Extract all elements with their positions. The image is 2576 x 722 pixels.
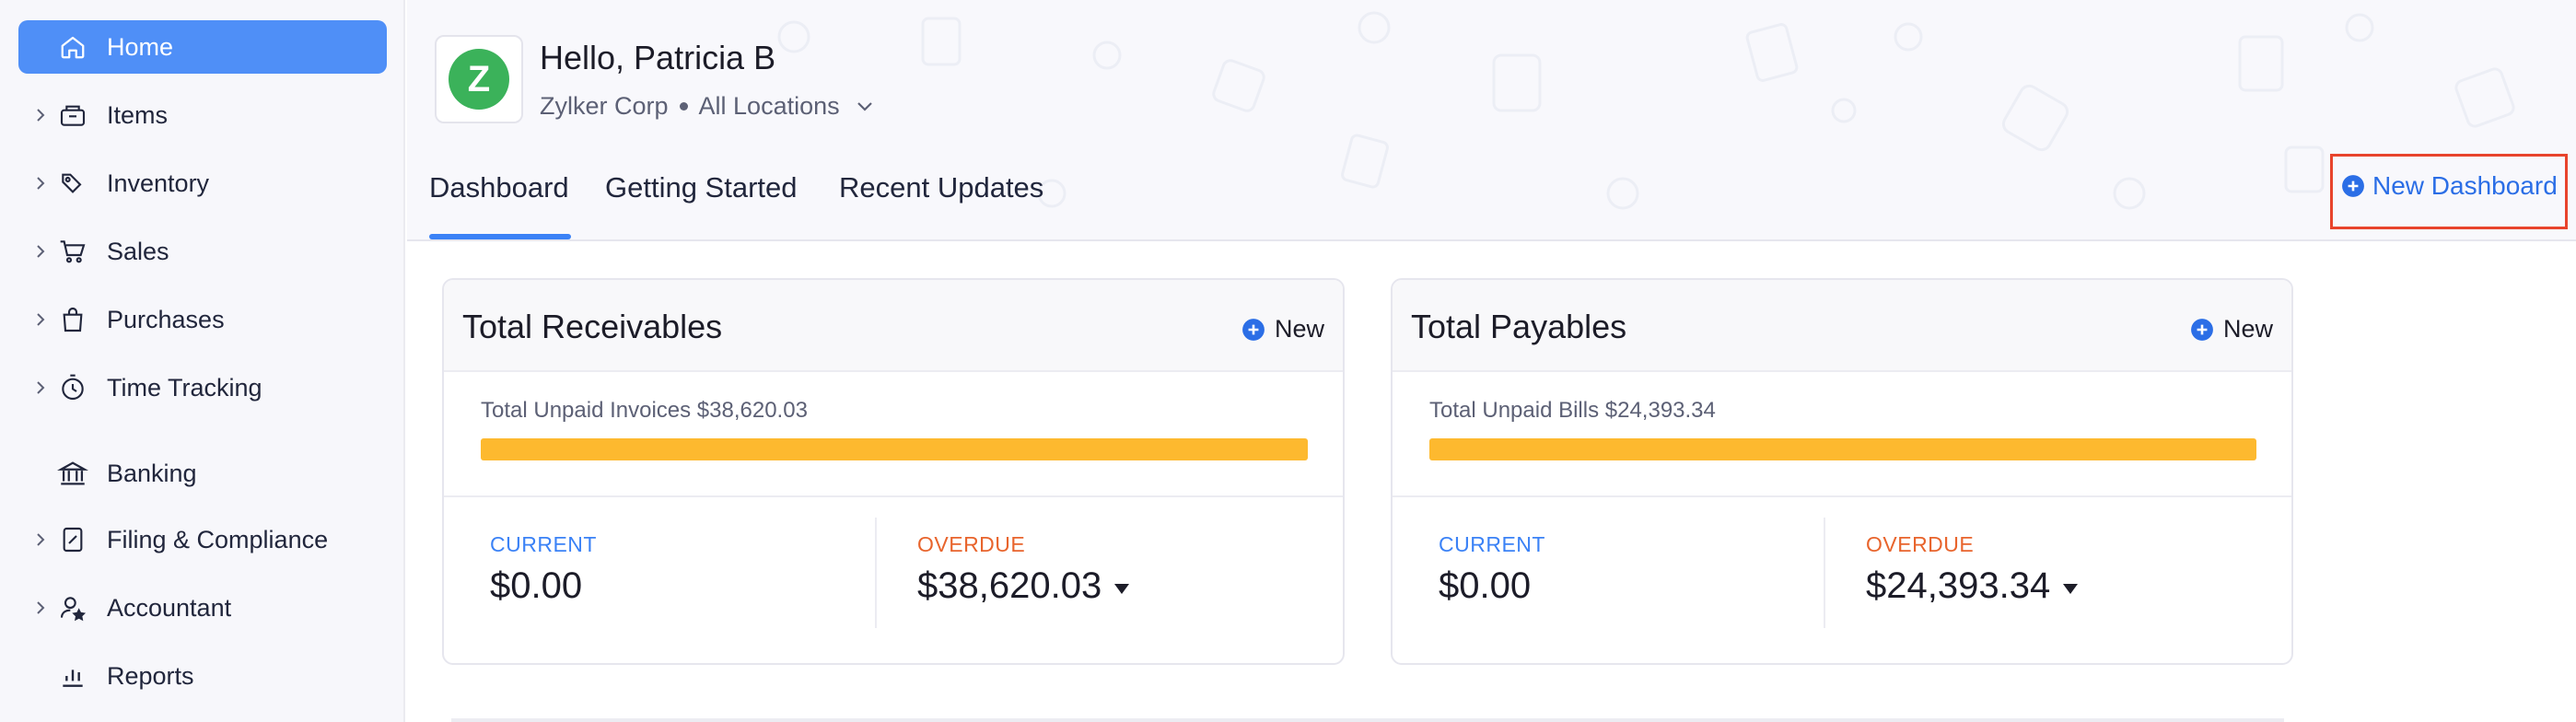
sidebar-item-purchases[interactable]: Purchases	[18, 293, 387, 346]
plus-circle-icon	[1241, 318, 1265, 342]
tab-dashboard[interactable]: Dashboard	[429, 171, 569, 204]
sidebar: Home Items Inventory Sales Purchases Tim…	[0, 0, 405, 722]
sidebar-item-label: Filing & Compliance	[107, 525, 329, 553]
plus-circle-icon	[2190, 318, 2214, 342]
new-label: New	[2222, 315, 2273, 343]
bank-icon	[55, 456, 90, 491]
page-title: Hello, Patricia B	[540, 39, 776, 76]
dashboard-header: Z Hello, Patricia B Zylker Corp All Loca…	[407, 0, 2576, 241]
active-tab-indicator	[429, 234, 571, 239]
current-amount: $0.00	[1439, 565, 1532, 606]
sidebar-item-inventory[interactable]: Inventory	[18, 157, 387, 210]
org-name: Zylker Corp	[540, 92, 669, 120]
card-header: Total Receivables New	[444, 280, 1343, 372]
cart-icon	[55, 234, 90, 269]
current-label: CURRENT	[1439, 532, 1545, 556]
chevron-right-icon[interactable]	[31, 174, 50, 192]
payables-card: Total Payables New Total Unpaid Bills $2…	[1391, 278, 2293, 665]
sidebar-item-banking[interactable]: Banking	[18, 447, 387, 500]
sidebar-item-label: Purchases	[107, 305, 225, 333]
reports-icon	[55, 658, 90, 693]
sidebar-item-label: Inventory	[107, 169, 210, 197]
basket-icon	[55, 98, 90, 133]
new-bill-button[interactable]: New	[2190, 315, 2273, 344]
bag-icon	[55, 302, 90, 337]
sidebar-item-label: Items	[107, 100, 169, 129]
sidebar-item-items[interactable]: Items	[18, 88, 387, 142]
plus-circle-icon	[2341, 174, 2365, 198]
accountant-icon	[55, 590, 90, 625]
org-location-selector[interactable]: Zylker Corp All Locations	[540, 92, 873, 121]
home-icon	[55, 29, 90, 64]
card-header: Total Payables New	[1393, 280, 2291, 372]
overdue-progress-bar	[1429, 438, 2256, 460]
inventory-icon	[55, 166, 90, 201]
overdue-progress-bar	[481, 438, 1308, 460]
current-amount: $0.00	[490, 565, 583, 606]
overdue-value[interactable]: $38,620.03	[917, 565, 1130, 607]
new-label: New	[1274, 315, 1324, 343]
overdue-amount: $38,620.03	[917, 565, 1102, 606]
sidebar-item-label: Sales	[107, 237, 169, 265]
divider	[1393, 495, 2291, 497]
sidebar-item-time-tracking[interactable]: Time Tracking	[18, 361, 387, 414]
divider	[1824, 518, 1825, 628]
sidebar-item-label: Home	[107, 32, 174, 61]
chevron-right-icon[interactable]	[31, 242, 50, 261]
current-label: CURRENT	[490, 532, 597, 556]
unpaid-bills-summary: Total Unpaid Bills $24,393.34	[1429, 398, 1716, 423]
card-title: Total Payables	[1411, 308, 1627, 345]
chevron-right-icon[interactable]	[31, 310, 50, 329]
overdue-amount: $24,393.34	[1866, 565, 2051, 606]
sidebar-item-sales[interactable]: Sales	[18, 225, 387, 278]
filing-icon	[55, 522, 90, 557]
overdue-label: OVERDUE	[917, 532, 1026, 556]
org-logo-letter: Z	[449, 49, 509, 110]
unpaid-invoices-summary: Total Unpaid Invoices $38,620.03	[481, 398, 808, 423]
chevron-right-icon[interactable]	[31, 378, 50, 397]
divider	[875, 518, 877, 628]
next-section-edge	[451, 718, 2284, 722]
receivables-card: Total Receivables New Total Unpaid Invoi…	[442, 278, 1345, 665]
separator-dot	[679, 102, 688, 111]
chevron-right-icon[interactable]	[31, 599, 50, 617]
overdue-label: OVERDUE	[1866, 532, 1975, 556]
sidebar-item-reports[interactable]: Reports	[18, 649, 387, 703]
chevron-down-icon[interactable]	[857, 101, 873, 112]
tab-getting-started[interactable]: Getting Started	[605, 171, 798, 204]
new-dashboard-button[interactable]: New Dashboard	[2341, 171, 2558, 201]
sidebar-item-accountant[interactable]: Accountant	[18, 581, 387, 635]
caret-down-icon[interactable]	[2063, 584, 2079, 594]
org-logo: Z	[435, 35, 523, 123]
overdue-value[interactable]: $24,393.34	[1866, 565, 2079, 607]
header-pattern-decoration	[777, 11, 2515, 210]
card-title: Total Receivables	[462, 308, 723, 345]
sidebar-item-filing-compliance[interactable]: Filing & Compliance	[18, 513, 387, 566]
sidebar-item-label: Banking	[107, 459, 197, 487]
sidebar-item-label: Reports	[107, 661, 194, 690]
stopwatch-icon	[55, 370, 90, 405]
caret-down-icon[interactable]	[1114, 584, 1130, 594]
chevron-right-icon[interactable]	[31, 106, 50, 124]
current-value: $0.00	[490, 565, 582, 607]
new-dashboard-label: New Dashboard	[2372, 171, 2558, 200]
tab-recent-updates[interactable]: Recent Updates	[839, 171, 1043, 204]
sidebar-item-home[interactable]: Home	[18, 20, 387, 74]
new-invoice-button[interactable]: New	[1241, 315, 1324, 344]
location-name: All Locations	[698, 92, 840, 120]
chevron-right-icon[interactable]	[31, 530, 50, 549]
current-value: $0.00	[1439, 565, 1531, 607]
divider	[444, 495, 1343, 497]
sidebar-item-label: Accountant	[107, 593, 232, 622]
sidebar-item-label: Time Tracking	[107, 373, 262, 402]
